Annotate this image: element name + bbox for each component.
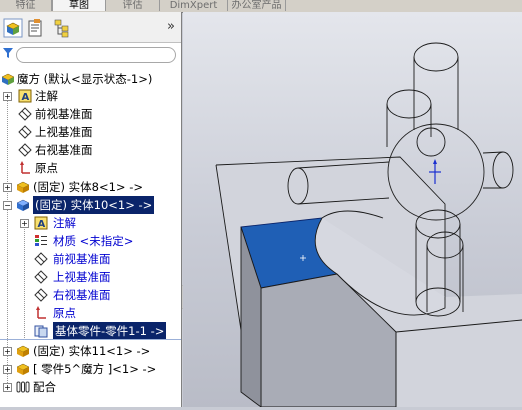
- plane-icon: [34, 270, 48, 284]
- origin-triad-icon: [429, 159, 441, 184]
- tree-label: 魔方 (默认<显示状态-1>): [17, 72, 153, 86]
- material-icon: [35, 235, 47, 246]
- tree-item-root[interactable]: 魔方 (默认<显示状态-1>): [0, 70, 181, 88]
- tree-item-child-origin[interactable]: 原点: [0, 304, 181, 322]
- filter-input[interactable]: [16, 47, 176, 63]
- model-view[interactable]: [183, 12, 522, 408]
- svg-text:A: A: [22, 92, 30, 103]
- part-icon: [16, 363, 30, 375]
- expand-button[interactable]: +: [3, 383, 12, 392]
- tab-office-products[interactable]: 办公室产品: [228, 0, 286, 11]
- tree-label: 原点: [53, 306, 76, 320]
- tree-label: 注解: [35, 89, 58, 103]
- tree-label: 前视基准面: [53, 252, 111, 266]
- tree-label: 上视基准面: [53, 270, 111, 284]
- tree-item-front-plane[interactable]: 前视基准面: [0, 105, 181, 123]
- feature-manager-icon[interactable]: [3, 18, 23, 38]
- tree-label: 原点: [35, 161, 58, 175]
- panel-toolbar: »: [0, 12, 181, 43]
- tree-item-part-8[interactable]: + (固定) 实体8<1> ->: [0, 178, 181, 196]
- filter-icon[interactable]: [3, 47, 13, 59]
- tree-item-right-plane[interactable]: 右视基准面: [0, 141, 181, 159]
- expand-button[interactable]: +: [3, 347, 12, 356]
- tree-item-mates[interactable]: + 配合: [0, 378, 181, 396]
- tree-label: 注解: [53, 216, 76, 230]
- tree-item-top-plane[interactable]: 上视基准面: [0, 123, 181, 141]
- annotation-icon: A: [34, 216, 48, 230]
- plane-icon: [18, 107, 32, 121]
- property-manager-icon[interactable]: [25, 18, 45, 38]
- origin-icon: [36, 306, 46, 319]
- tree-item-part-11[interactable]: + (固定) 实体11<1> ->: [0, 342, 181, 360]
- tree-label: 材质 <未指定>: [53, 234, 134, 248]
- expand-button[interactable]: +: [3, 183, 12, 192]
- part-icon: [16, 181, 30, 193]
- tab-sketch[interactable]: 草图: [52, 0, 106, 11]
- configuration-manager-icon[interactable]: [52, 18, 72, 38]
- plane-icon: [18, 125, 32, 139]
- tree-separator: [0, 339, 181, 340]
- expand-button[interactable]: +: [3, 92, 12, 101]
- tab-evaluate[interactable]: 评估: [106, 0, 160, 11]
- annotation-icon: A: [18, 89, 32, 103]
- expand-button[interactable]: +: [3, 365, 12, 374]
- tree-label: 前视基准面: [35, 107, 93, 121]
- tree-item-base-part[interactable]: 基体零件-零件1-1 ->: [0, 322, 181, 340]
- expand-button[interactable]: +: [20, 219, 29, 228]
- tree-label: 右视基准面: [53, 288, 111, 302]
- tab-dimxpert[interactable]: DimXpert: [160, 0, 228, 11]
- tree-item-child-front-plane[interactable]: 前视基准面: [0, 250, 181, 268]
- tree-label: (固定) 实体11<1> ->: [33, 344, 151, 358]
- collapse-button[interactable]: »: [167, 19, 175, 34]
- tree-item-part-10[interactable]: − (固定) 实体10<1> ->: [0, 196, 181, 214]
- part-icon: [16, 345, 30, 357]
- tree-label: 上视基准面: [35, 125, 93, 139]
- part-icon: [16, 199, 30, 211]
- tree-item-child-right-plane[interactable]: 右视基准面: [0, 286, 181, 304]
- plane-icon: [34, 288, 48, 302]
- tree-label: 右视基准面: [35, 143, 93, 157]
- tree-label: (固定) 实体8<1> ->: [33, 180, 143, 194]
- origin-icon: [20, 161, 30, 174]
- graphics-viewport[interactable]: [183, 12, 522, 408]
- tree-label: [ 零件5^魔方 ]<1> ->: [33, 362, 157, 376]
- tree-item-part-5[interactable]: + [ 零件5^魔方 ]<1> ->: [0, 360, 181, 378]
- plane-icon: [34, 252, 48, 266]
- tree-label: (固定) 实体10<1> ->: [33, 196, 155, 214]
- svg-text:A: A: [38, 219, 46, 230]
- plane-icon: [18, 143, 32, 157]
- tree-label: 基体零件-零件1-1 ->: [53, 322, 167, 340]
- assembly-icon: [1, 73, 15, 85]
- tree-item-origin[interactable]: 原点: [0, 159, 181, 177]
- feature-manager-panel: » 魔方 (默认<显示状态-1>) + A 注解 前视基准面 上视基准面 右视基…: [0, 12, 182, 407]
- mates-icon: [16, 381, 30, 393]
- tree-item-child-annotations[interactable]: + A 注解: [0, 214, 181, 232]
- tree-label: 配合: [33, 380, 56, 394]
- tree-item-annotations[interactable]: + A 注解: [0, 87, 181, 105]
- tree-item-material[interactable]: 材质 <未指定>: [0, 232, 181, 250]
- base-part-icon: [34, 325, 48, 338]
- tree-item-child-top-plane[interactable]: 上视基准面: [0, 268, 181, 286]
- tab-features[interactable]: 特征: [0, 0, 52, 11]
- collapse-button[interactable]: −: [3, 201, 12, 210]
- filter-bar: [0, 43, 181, 67]
